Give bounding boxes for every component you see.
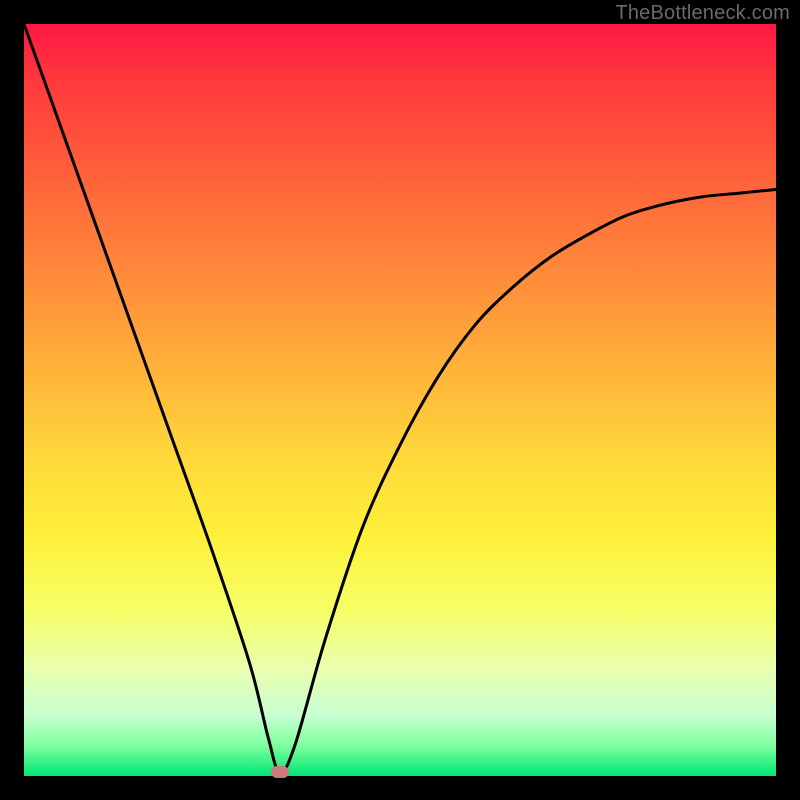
chart-curve (24, 24, 776, 776)
chart-curve-path (24, 24, 776, 772)
chart-marker-dot (271, 766, 289, 778)
chart-plot-area (24, 24, 776, 776)
site-watermark: TheBottleneck.com (615, 2, 790, 25)
